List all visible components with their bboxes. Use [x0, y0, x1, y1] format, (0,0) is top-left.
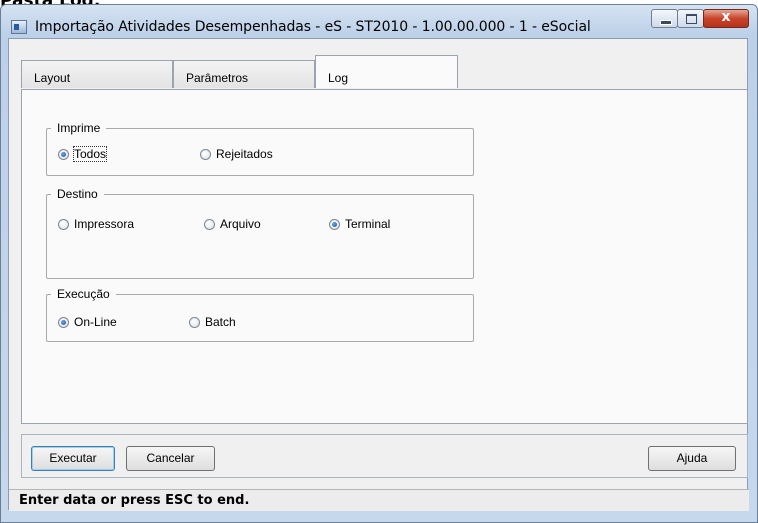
- close-button[interactable]: x: [703, 9, 749, 28]
- radio-unselected-icon: [58, 218, 69, 230]
- tab-parametros[interactable]: Parâmetros: [173, 60, 315, 88]
- executar-button[interactable]: Executar: [31, 446, 115, 471]
- radio-arquivo[interactable]: Arquivo: [204, 217, 261, 231]
- radio-rejeitados[interactable]: Rejeitados: [200, 147, 273, 161]
- cancelar-button[interactable]: Cancelar: [126, 446, 215, 471]
- close-icon: x: [721, 9, 731, 25]
- radio-unselected-icon: [189, 316, 200, 328]
- group-destino: Destino: [46, 187, 474, 279]
- radio-arquivo-label: Arquivo: [220, 217, 261, 231]
- tab-log[interactable]: Log: [315, 55, 458, 88]
- radio-unselected-icon: [204, 218, 215, 230]
- group-execucao-legend: Execução: [57, 287, 110, 301]
- tab-layout[interactable]: Layout: [21, 60, 173, 88]
- radio-todos-label: Todos: [72, 146, 108, 162]
- radio-online[interactable]: On-Line: [58, 315, 117, 329]
- radio-online-label: On-Line: [74, 315, 117, 329]
- group-destino-legend: Destino: [57, 187, 98, 201]
- status-text: Enter data or press ESC to end.: [19, 493, 250, 508]
- radio-batch[interactable]: Batch: [189, 315, 236, 329]
- radio-selected-icon: [329, 218, 340, 230]
- radio-unselected-icon: [200, 148, 211, 160]
- window-controls: x: [651, 9, 749, 28]
- window-title: Importação Atividades Desempenhadas - eS…: [35, 19, 591, 35]
- status-bar: Enter data or press ESC to end.: [9, 489, 749, 511]
- group-imprime-legend: Imprime: [57, 121, 101, 135]
- button-bar: Executar Cancelar Ajuda: [21, 434, 748, 478]
- app-icon[interactable]: [11, 20, 27, 34]
- radio-impressora[interactable]: Impressora: [58, 217, 134, 231]
- radio-selected-icon: [58, 148, 69, 160]
- radio-batch-label: Batch: [205, 315, 236, 329]
- radio-terminal-label: Terminal: [345, 217, 391, 231]
- ajuda-button[interactable]: Ajuda: [648, 446, 736, 471]
- tab-page-log: Imprime Todos Rejeitados Destino Impress…: [21, 89, 748, 424]
- radio-terminal[interactable]: Terminal: [329, 217, 390, 231]
- minimize-button[interactable]: [651, 9, 678, 28]
- radio-selected-icon: [58, 316, 69, 328]
- radio-impressora-label: Impressora: [74, 217, 135, 231]
- radio-todos[interactable]: Todos: [58, 146, 108, 162]
- radio-rejeitados-label: Rejeitados: [216, 147, 273, 161]
- maximize-button[interactable]: [677, 9, 704, 28]
